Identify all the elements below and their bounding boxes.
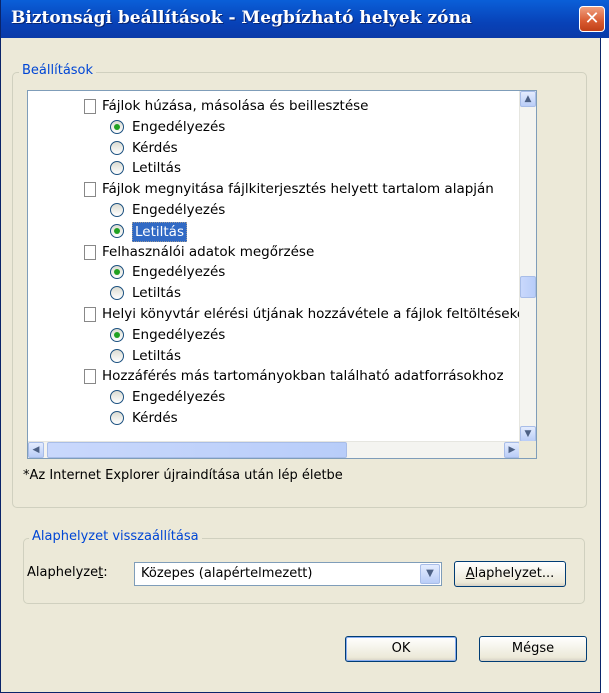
scrollbar-corner — [519, 441, 536, 458]
setting-option-label: Engedélyezés — [132, 264, 226, 281]
close-icon: ✕ — [584, 8, 600, 29]
radio-checked[interactable] — [110, 265, 124, 280]
window-title: Biztonsági beállítások - Megbízható hely… — [11, 8, 472, 28]
setting-option-label: Engedélyezés — [132, 202, 226, 218]
setting-option[interactable]: Engedélyezés — [110, 388, 310, 406]
dropdown-button[interactable]: ▼ — [420, 564, 440, 584]
setting-header-label: Felhasználói adatok megőrzése — [102, 243, 315, 260]
setting-header-label: Hozzáférés más tartományokban található … — [102, 368, 504, 385]
radio-unchecked[interactable] — [110, 348, 124, 363]
setting-header-label: Fájlok húzása, másolása és beillesztése — [102, 98, 369, 114]
radio-unchecked[interactable] — [110, 161, 124, 176]
reset-button-label: laphelyzet... — [474, 566, 555, 581]
chevron-down-icon: ▼ — [524, 429, 532, 439]
setting-option-label: Letiltás — [132, 160, 181, 177]
setting-option[interactable]: Letiltás — [110, 159, 310, 177]
setting-option-label: Engedélyezés — [132, 389, 226, 406]
reset-level-value: Közepes (alapértelmezett) — [141, 566, 313, 581]
setting-option[interactable]: Engedélyezés — [110, 263, 310, 281]
radio-unchecked[interactable] — [110, 411, 124, 425]
setting-option-label: Kérdés — [132, 139, 178, 156]
reset-level-label: Alaphelyzet: — [27, 565, 108, 580]
setting-header: Fájlok megnyitása fájlkiterjesztés helye… — [84, 180, 536, 198]
scroll-down-button[interactable]: ▼ — [520, 426, 536, 442]
setting-option[interactable]: Engedélyezés — [110, 118, 310, 136]
document-icon — [84, 99, 96, 114]
setting-option-label: Kérdés — [132, 410, 178, 426]
scroll-right-button[interactable]: ▶ — [504, 442, 520, 458]
settings-legend: Beállítások — [19, 63, 97, 78]
title-bar: Biztonsági beállítások - Megbízható hely… — [1, 0, 609, 38]
radio-unchecked[interactable] — [110, 203, 124, 217]
setting-option-label: Engedélyezés — [132, 118, 226, 135]
radio-checked[interactable] — [110, 327, 124, 342]
setting-option[interactable]: Letiltás — [110, 221, 310, 242]
reset-level-dropdown[interactable]: Közepes (alapértelmezett) ▼ — [134, 562, 442, 586]
radio-checked[interactable] — [110, 223, 124, 238]
reset-label-prefix: Alaphelyze — [27, 565, 99, 580]
setting-header: Helyi könyvtár elérési útjának hozzávéte… — [84, 305, 536, 323]
setting-option[interactable]: Letiltás — [110, 347, 310, 365]
setting-option[interactable]: Kérdés — [110, 409, 310, 427]
ok-button[interactable]: OK — [345, 636, 457, 662]
setting-header-label: Fájlok megnyitása fájlkiterjesztés helye… — [102, 181, 494, 198]
chevron-right-icon: ▶ — [508, 445, 516, 455]
reset-button[interactable]: Alaphelyzet... — [454, 561, 566, 587]
setting-option[interactable]: Letiltás — [110, 284, 310, 302]
reset-label-suffix: : — [103, 565, 108, 580]
restart-note: *Az Internet Explorer újraindítása után … — [23, 468, 343, 483]
radio-unchecked[interactable] — [110, 286, 124, 301]
setting-option[interactable]: Engedélyezés — [110, 326, 310, 344]
setting-option-label: Engedélyezés — [132, 326, 226, 343]
setting-option-label: Letiltás — [132, 347, 181, 364]
reset-button-accel: A — [465, 566, 475, 581]
cancel-button[interactable]: Mégse — [479, 636, 587, 662]
chevron-left-icon: ◀ — [32, 445, 40, 455]
document-icon — [84, 307, 96, 322]
radio-unchecked[interactable] — [110, 140, 124, 155]
close-button[interactable]: ✕ — [579, 6, 605, 32]
cancel-button-label: Mégse — [511, 641, 555, 656]
ok-button-label: OK — [391, 641, 411, 656]
chevron-up-icon: ▲ — [524, 94, 532, 104]
setting-option[interactable]: Kérdés — [110, 139, 310, 157]
setting-option-label: Letiltás — [132, 221, 187, 242]
setting-header: Felhasználói adatok megőrzése — [84, 243, 536, 261]
setting-header: Hozzáférés más tartományokban található … — [84, 367, 536, 385]
setting-header: Fájlok húzása, másolása és beillesztése — [84, 97, 536, 115]
settings-list[interactable]: Fájlok húzása, másolása és beillesztése E… — [27, 90, 537, 459]
setting-option[interactable]: Engedélyezés — [110, 201, 310, 219]
vertical-scrollbar[interactable]: ▲ ▼ — [519, 91, 536, 442]
radio-unchecked[interactable] — [110, 390, 124, 405]
dialog-window: Biztonsági beállítások - Megbízható hely… — [0, 0, 609, 693]
setting-option-label: Letiltás — [132, 285, 181, 302]
radio-checked[interactable] — [110, 119, 124, 134]
document-icon — [84, 244, 96, 260]
scroll-up-button[interactable]: ▲ — [520, 91, 536, 107]
document-icon — [84, 369, 96, 385]
chevron-down-icon: ▼ — [426, 568, 434, 579]
scroll-left-button[interactable]: ◀ — [28, 442, 44, 458]
vertical-scroll-thumb[interactable] — [520, 276, 536, 298]
horizontal-scrollbar[interactable]: ◀ ▶ — [28, 441, 520, 458]
document-icon — [84, 182, 96, 198]
horizontal-scroll-thumb[interactable] — [47, 442, 347, 458]
setting-header-label: Helyi könyvtár elérési útjának hozzávéte… — [102, 306, 531, 322]
reset-legend: Alaphelyzet visszaállítása — [29, 529, 202, 544]
